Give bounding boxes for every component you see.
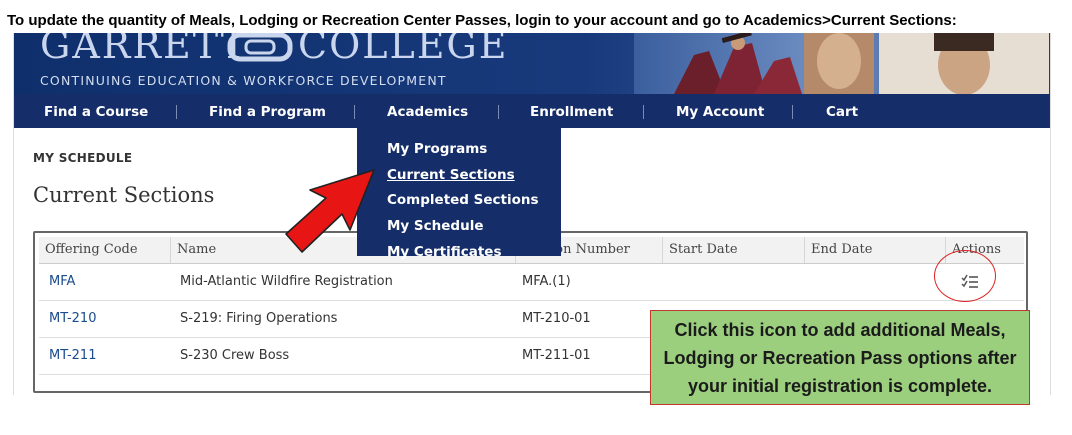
column-header[interactable]: End Date (804, 237, 942, 263)
callout-box: Click this icon to add additional Meals,… (650, 310, 1030, 405)
nav-divider (176, 105, 177, 119)
college-name-right: COLLEGE (298, 33, 509, 67)
section-number: MFA.(1) (522, 274, 571, 289)
main-nav: Find a Course Find a Program Academics E… (14, 94, 1050, 128)
breadcrumb: MY SCHEDULE (33, 151, 133, 165)
column-header[interactable]: Offering Code (39, 237, 138, 263)
menu-item-completed-sections[interactable]: Completed Sections (387, 192, 539, 208)
nav-divider (643, 105, 644, 119)
menu-item-current-sections[interactable]: Current Sections (387, 167, 515, 183)
menu-item-my-schedule[interactable]: My Schedule (387, 218, 483, 234)
nav-divider (792, 105, 793, 119)
highlight-circle (934, 250, 996, 302)
menu-item-my-certificates[interactable]: My Certificates (387, 244, 502, 260)
table-row: MFA Mid-Atlantic Wildfire Registration M… (39, 264, 1024, 301)
course-name: S-230 Crew Boss (180, 348, 290, 363)
offering-code[interactable]: MT-210 (49, 301, 96, 337)
header-banner: GARRETT COLLEGE CONTINUING EDUCATION & W… (14, 33, 1050, 94)
course-name: Mid-Atlantic Wildfire Registration (180, 274, 393, 289)
college-logo-icon (227, 33, 293, 62)
nav-divider (354, 105, 355, 119)
nav-enrollment[interactable]: Enrollment (530, 94, 613, 128)
instruction-text: To update the quantity of Meals, Lodging… (7, 12, 957, 29)
graduates-photo (634, 33, 1050, 94)
callout-line: Click this icon to add additional Meals, (674, 319, 1006, 340)
callout-line: your initial registration is complete. (687, 375, 993, 396)
academics-dropdown: My Programs Current Sections Completed S… (357, 128, 561, 260)
section-number: MT-210-01 (522, 311, 591, 326)
menu-item-my-programs[interactable]: My Programs (387, 141, 487, 157)
course-name: S-219: Firing Operations (180, 311, 338, 326)
nav-find-a-course[interactable]: Find a Course (44, 94, 148, 128)
college-tagline: CONTINUING EDUCATION & WORKFORCE DEVELOP… (40, 73, 447, 88)
college-name-left: GARRETT (40, 33, 249, 67)
section-number: MT-211-01 (522, 348, 591, 363)
nav-divider (498, 105, 499, 119)
nav-find-a-program[interactable]: Find a Program (209, 94, 326, 128)
nav-cart[interactable]: Cart (826, 94, 858, 128)
offering-code[interactable]: MT-211 (49, 338, 96, 374)
callout-line: Lodging or Recreation Pass options after (663, 347, 1017, 368)
column-header[interactable]: Start Date (662, 237, 801, 263)
offering-code[interactable]: MFA (49, 264, 75, 300)
page-title: Current Sections (33, 183, 215, 207)
nav-my-account[interactable]: My Account (676, 94, 764, 128)
red-arrow (285, 169, 375, 253)
nav-academics[interactable]: Academics (387, 94, 468, 128)
